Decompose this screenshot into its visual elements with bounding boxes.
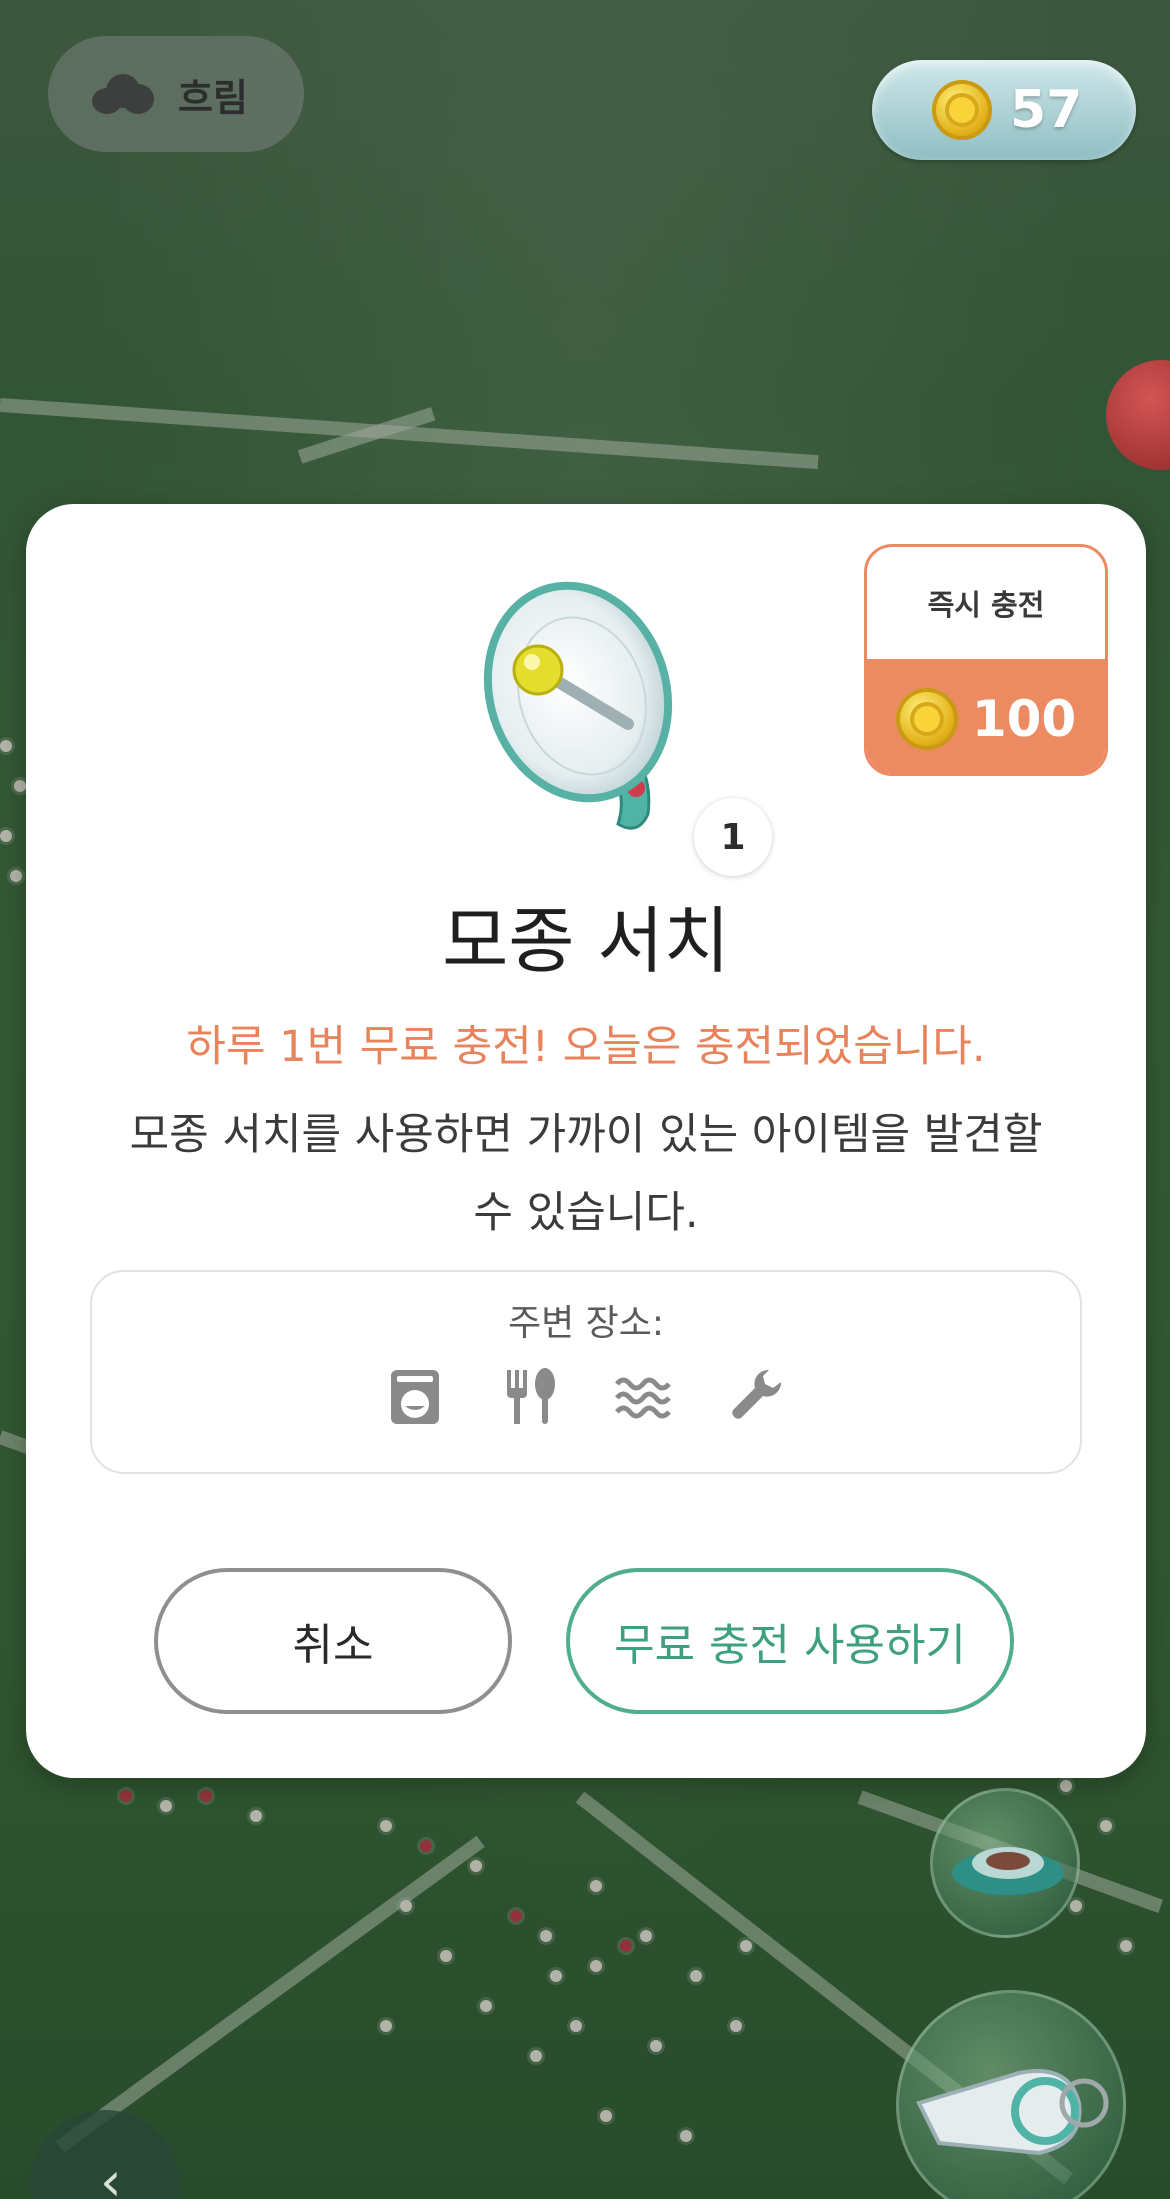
instant-charge-price-row: 100 — [867, 659, 1105, 773]
plant-pot-button[interactable] — [930, 1788, 1080, 1938]
coin-icon — [895, 688, 958, 750]
restaurant-icon — [507, 1368, 555, 1424]
whistle-button[interactable] — [896, 1990, 1126, 2199]
whistle-icon — [916, 2069, 1109, 2156]
item-description: 모종 서치를 사용하면 가까이 있는 아이템을 발견할 수 있습니다. — [86, 1096, 1086, 1252]
megaphone-icon — [483, 581, 673, 830]
cloud-icon — [92, 74, 154, 114]
instant-charge-button[interactable]: 즉시 충전 100 — [864, 544, 1108, 776]
instant-charge-label: 즉시 충전 — [927, 588, 1045, 622]
instant-charge-price: 100 — [971, 690, 1077, 748]
item-modal: 즉시 충전 100 1 모종 서치 하루 1번 무료 충전! 오늘은 충전되었습… — [26, 504, 1146, 1778]
plant-pot-icon — [952, 1847, 1064, 1895]
wrench-icon — [732, 1369, 782, 1419]
chevron-left-icon: ‹ — [100, 2150, 122, 2199]
item-title: 모종 서치 — [442, 899, 730, 983]
nearby-places-label: 주변 장소: — [507, 1303, 665, 1344]
use-free-charge-button[interactable]: 무료 충전 사용하기 — [566, 1568, 1014, 1714]
description-line: 모종 서치를 사용하면 가까이 있는 아이템을 발견할 — [129, 1110, 1043, 1160]
coin-icon — [932, 80, 992, 140]
free-charge-note: 하루 1번 무료 충전! 오늘은 충전되었습니다. — [186, 1022, 986, 1072]
weather-label: 흐림 — [178, 75, 248, 120]
nearby-places-icons — [92, 1364, 1080, 1428]
cancel-button[interactable]: 취소 — [154, 1568, 512, 1714]
water-icon — [615, 1377, 671, 1419]
coin-counter[interactable]: 57 — [872, 60, 1136, 160]
laundry-icon — [391, 1370, 439, 1424]
nearby-places-box: 주변 장소: — [90, 1270, 1082, 1474]
coin-count: 57 — [1010, 80, 1083, 140]
description-line: 수 있습니다. — [473, 1188, 699, 1238]
item-quantity-badge: 1 — [694, 798, 772, 876]
weather-indicator: 흐림 — [48, 36, 304, 152]
